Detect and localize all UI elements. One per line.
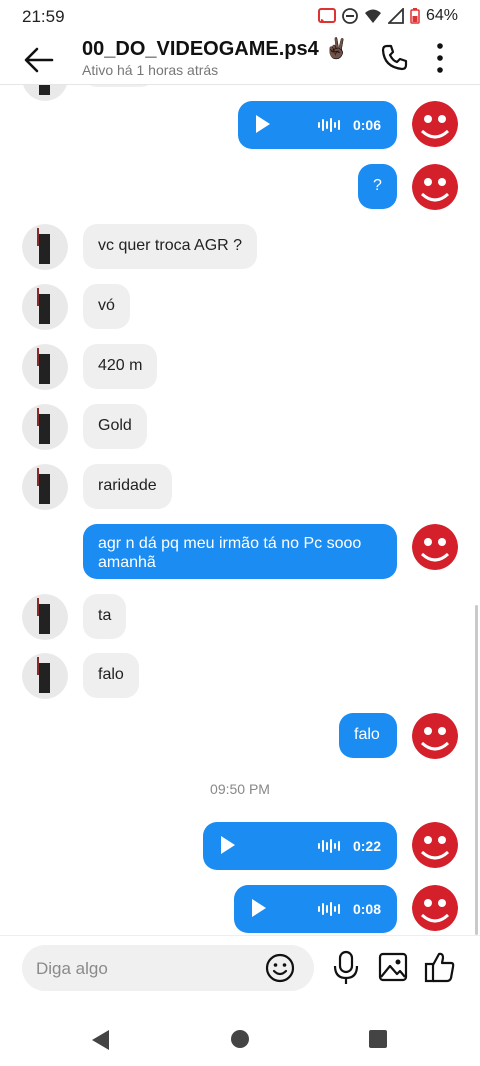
contact-avatar	[22, 85, 68, 101]
contact-avatar-image	[23, 85, 67, 101]
arrow-left-icon	[24, 47, 54, 73]
chat-title[interactable]: 00_DO_VIDEOGAME.ps4 ✌🏿	[82, 36, 349, 61]
contact-avatar-image	[22, 594, 68, 640]
status-time: 21:59	[22, 7, 65, 26]
user-avatar-image	[412, 822, 458, 868]
contact-avatar	[22, 653, 68, 699]
user-avatar	[412, 101, 458, 147]
message-text: agr n dá pq meu irmão tá no Pc sooo aman…	[98, 535, 362, 571]
nav-back-icon[interactable]	[92, 1030, 109, 1050]
audio-message[interactable]: 0:06	[238, 101, 397, 149]
contact-avatar-image	[22, 284, 68, 330]
message-bubble: ta	[83, 594, 127, 639]
message-text: raridade	[98, 477, 157, 494]
user-avatar-image	[412, 713, 458, 759]
play-icon[interactable]	[252, 899, 266, 917]
status-icons: 64%	[317, 7, 458, 25]
contact-avatar	[22, 464, 68, 510]
status-bar: 21:59 64%	[0, 0, 480, 34]
more-options-button[interactable]	[428, 40, 452, 76]
contact-avatar	[22, 284, 68, 330]
image-icon	[378, 952, 408, 982]
message-bubble: falo	[339, 713, 397, 758]
waveform-icon	[318, 839, 340, 853]
message-text: Gold	[98, 417, 132, 434]
message-text: vó	[98, 297, 115, 314]
play-icon[interactable]	[221, 836, 235, 854]
audio-duration: 0:08	[352, 901, 381, 917]
audio-message[interactable]: 0:22	[203, 822, 397, 870]
contact-avatar-image	[22, 653, 68, 699]
gallery-button[interactable]	[378, 952, 408, 982]
contact-avatar-image	[22, 404, 68, 450]
waveform-icon	[318, 118, 340, 132]
message-bubble: raridade	[83, 464, 172, 509]
contact-avatar-image	[22, 464, 68, 510]
user-avatar-image	[412, 524, 458, 570]
message-text: falo	[98, 666, 124, 683]
message-bubble: Gold	[83, 404, 147, 449]
user-avatar-image	[412, 885, 458, 931]
user-avatar-image	[412, 101, 458, 147]
cast-icon	[317, 8, 336, 23]
microphone-button[interactable]	[332, 950, 360, 986]
scrollbar[interactable]	[475, 605, 478, 935]
audio-message[interactable]: 0:08	[234, 885, 397, 933]
emoji-button[interactable]	[264, 952, 296, 984]
audio-duration: 0:06	[352, 117, 381, 133]
message-bubble-partial	[83, 85, 155, 87]
nav-home-icon[interactable]	[231, 1030, 249, 1048]
user-avatar	[412, 164, 458, 210]
nav-recent-apps-icon[interactable]	[369, 1030, 387, 1048]
message-text: vc quer troca AGR ?	[98, 237, 243, 254]
message-bubble: falo	[83, 653, 139, 698]
do-not-disturb-icon	[342, 8, 358, 24]
system-navigation-bar	[0, 1000, 480, 1066]
emoji-icon	[265, 953, 295, 983]
call-button[interactable]	[378, 42, 410, 74]
message-input-placeholder[interactable]: Diga algo	[36, 959, 108, 979]
contact-avatar	[22, 594, 68, 640]
signal-icon	[387, 8, 404, 24]
battery-icon	[410, 8, 420, 24]
message-bubble: ?	[358, 164, 397, 209]
contact-avatar-image	[22, 344, 68, 390]
play-icon[interactable]	[256, 115, 270, 133]
message-timestamp: 09:50 PM	[210, 781, 270, 797]
user-avatar	[412, 885, 458, 931]
chat-status: Ativo há 1 horas atrás	[82, 62, 219, 78]
message-bubble: 420 m	[83, 344, 158, 389]
user-avatar-image	[412, 164, 458, 210]
message-text: falo	[354, 726, 380, 743]
waveform-icon	[318, 902, 340, 916]
microphone-icon	[333, 950, 359, 984]
phone-icon	[381, 44, 408, 71]
user-avatar	[412, 822, 458, 868]
battery-percentage: 64%	[425, 7, 458, 24]
contact-avatar	[22, 224, 68, 270]
message-bubble: vc quer troca AGR ?	[83, 224, 258, 269]
contact-avatar	[22, 404, 68, 450]
chat-header: 00_DO_VIDEOGAME.ps4 ✌🏿 Ativo há 1 horas …	[0, 34, 480, 85]
user-avatar	[412, 713, 458, 759]
user-avatar	[412, 524, 458, 570]
thumbs-up-icon	[424, 952, 455, 983]
message-list[interactable]: 0:06 ? vc quer troca AGR ? vó 420 m Gold…	[0, 85, 480, 935]
contact-avatar	[22, 344, 68, 390]
back-button[interactable]	[20, 40, 60, 80]
message-text: 420 m	[98, 357, 143, 374]
wifi-icon	[364, 9, 381, 23]
message-bubble: vó	[83, 284, 130, 329]
message-text: ?	[373, 177, 382, 194]
contact-avatar-image	[22, 224, 68, 270]
audio-duration: 0:22	[352, 838, 381, 854]
message-bubble: agr n dá pq meu irmão tá no Pc sooo aman…	[83, 524, 397, 579]
like-button[interactable]	[424, 950, 456, 984]
more-vertical-icon	[437, 43, 443, 73]
message-text: ta	[98, 607, 112, 624]
message-composer: Diga algo	[0, 935, 480, 1000]
